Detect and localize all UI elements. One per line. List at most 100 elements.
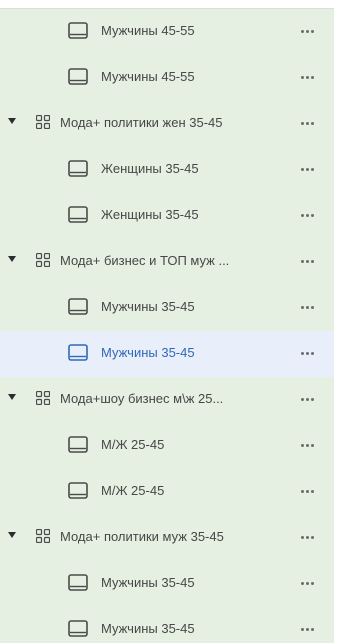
tree-item-row[interactable]: Женщины 35-45 xyxy=(0,193,334,239)
item-label: Мужчины 35-45 xyxy=(101,575,195,590)
more-dot xyxy=(300,397,304,401)
tree-item-row[interactable]: Мужчины 35-45 xyxy=(0,285,334,331)
tree-item-row[interactable]: Мужчины 35-45 xyxy=(0,607,334,643)
item-label: Мужчины 45-55 xyxy=(101,23,195,38)
more-dot xyxy=(300,121,304,125)
more-options-icon[interactable] xyxy=(295,252,319,270)
tree-item-row[interactable]: Мужчины 45-55 xyxy=(0,9,334,55)
more-dot xyxy=(305,535,309,539)
more-dot xyxy=(305,305,309,309)
ad-monitor-icon xyxy=(68,160,88,177)
tree-item-row[interactable]: Мужчины 45-55 xyxy=(0,55,334,101)
ad-monitor-icon xyxy=(68,482,88,499)
more-dot xyxy=(300,75,304,79)
campaign-tree-panel: Мужчины 45-55 Мужчины 45-55 Мода+ политики… xyxy=(0,8,334,643)
more-dot xyxy=(310,443,314,447)
more-dot xyxy=(305,443,309,447)
more-options-icon[interactable] xyxy=(295,482,319,500)
more-dot xyxy=(310,213,314,217)
tree-group-row[interactable]: Мода+ бизнес и ТОП муж ... xyxy=(0,239,334,285)
more-dot xyxy=(310,489,314,493)
more-dot xyxy=(305,627,309,631)
ad-monitor-icon xyxy=(68,22,88,39)
group-label: Мода+ бизнес и ТОП муж ... xyxy=(60,253,230,268)
screen: Мужчины 45-55 Мужчины 45-55 Мода+ политики… xyxy=(0,0,343,643)
more-dot xyxy=(310,627,314,631)
item-label: Женщины 35-45 xyxy=(101,207,199,222)
more-dot xyxy=(310,259,314,263)
ad-monitor-icon xyxy=(68,344,88,361)
more-options-icon[interactable] xyxy=(295,298,319,316)
more-options-icon[interactable] xyxy=(295,68,319,86)
more-dot xyxy=(305,213,309,217)
more-dot xyxy=(300,581,304,585)
item-label: Мужчины 35-45 xyxy=(101,299,195,314)
more-options-icon[interactable] xyxy=(295,344,319,362)
group-label: Мода+ политики жен 35-45 xyxy=(60,115,223,130)
more-dot xyxy=(300,29,304,33)
tree-group-row[interactable]: Мода+ политики жен 35-45 xyxy=(0,101,334,147)
more-options-icon[interactable] xyxy=(295,390,319,408)
more-dot xyxy=(300,535,304,539)
ad-set-grid-icon xyxy=(36,391,50,405)
more-options-icon[interactable] xyxy=(295,436,319,454)
more-dot xyxy=(305,489,309,493)
more-options-icon[interactable] xyxy=(295,528,319,546)
ad-set-grid-icon xyxy=(36,529,50,543)
more-dot xyxy=(310,75,314,79)
ad-set-grid-icon xyxy=(36,115,50,129)
ad-monitor-icon xyxy=(68,436,88,453)
more-dot xyxy=(305,167,309,171)
more-dot xyxy=(300,489,304,493)
item-label: Мужчины 45-55 xyxy=(101,69,195,84)
ad-monitor-icon xyxy=(68,298,88,315)
more-options-icon[interactable] xyxy=(295,574,319,592)
more-options-icon[interactable] xyxy=(295,160,319,178)
more-dot xyxy=(310,305,314,309)
caret-down-icon[interactable] xyxy=(8,394,16,400)
ad-monitor-icon xyxy=(68,620,88,637)
group-label: Мода+шоу бизнес м\ж 25... xyxy=(60,391,224,406)
more-dot xyxy=(305,581,309,585)
tree-item-row[interactable]: Женщины 35-45 xyxy=(0,147,334,193)
more-dot xyxy=(300,443,304,447)
caret-down-icon[interactable] xyxy=(8,256,16,262)
more-dot xyxy=(310,581,314,585)
more-dot xyxy=(300,259,304,263)
tree-item-row[interactable]: Мужчины 35-45 xyxy=(0,331,334,377)
more-options-icon[interactable] xyxy=(295,22,319,40)
tree-item-row[interactable]: Мужчины 35-45 xyxy=(0,561,334,607)
more-dot xyxy=(310,29,314,33)
more-dot xyxy=(310,397,314,401)
more-dot xyxy=(300,305,304,309)
more-dot xyxy=(310,351,314,355)
more-options-icon[interactable] xyxy=(295,114,319,132)
ad-set-grid-icon xyxy=(36,253,50,267)
more-dot xyxy=(310,167,314,171)
item-label: М/Ж 25-45 xyxy=(101,483,165,498)
more-dot xyxy=(305,259,309,263)
more-dot xyxy=(310,121,314,125)
caret-down-icon[interactable] xyxy=(8,532,16,538)
tree-group-row[interactable]: Мода+ политики муж 35-45 xyxy=(0,515,334,561)
tree-group-row[interactable]: Мода+шоу бизнес м\ж 25... xyxy=(0,377,334,423)
group-label: Мода+ политики муж 35-45 xyxy=(60,529,224,544)
more-dot xyxy=(300,167,304,171)
ad-monitor-icon xyxy=(68,68,88,85)
tree-item-row[interactable]: М/Ж 25-45 xyxy=(0,469,334,515)
more-dot xyxy=(305,121,309,125)
more-dot xyxy=(300,351,304,355)
more-options-icon[interactable] xyxy=(295,620,319,638)
more-dot xyxy=(300,213,304,217)
ad-monitor-icon xyxy=(68,206,88,223)
more-dot xyxy=(305,29,309,33)
more-dot xyxy=(310,535,314,539)
ad-monitor-icon xyxy=(68,574,88,591)
caret-down-icon[interactable] xyxy=(8,118,16,124)
more-dot xyxy=(300,627,304,631)
tree-item-row[interactable]: М/Ж 25-45 xyxy=(0,423,334,469)
item-label: Мужчины 35-45 xyxy=(101,621,195,636)
more-dot xyxy=(305,351,309,355)
more-dot xyxy=(305,397,309,401)
more-options-icon[interactable] xyxy=(295,206,319,224)
